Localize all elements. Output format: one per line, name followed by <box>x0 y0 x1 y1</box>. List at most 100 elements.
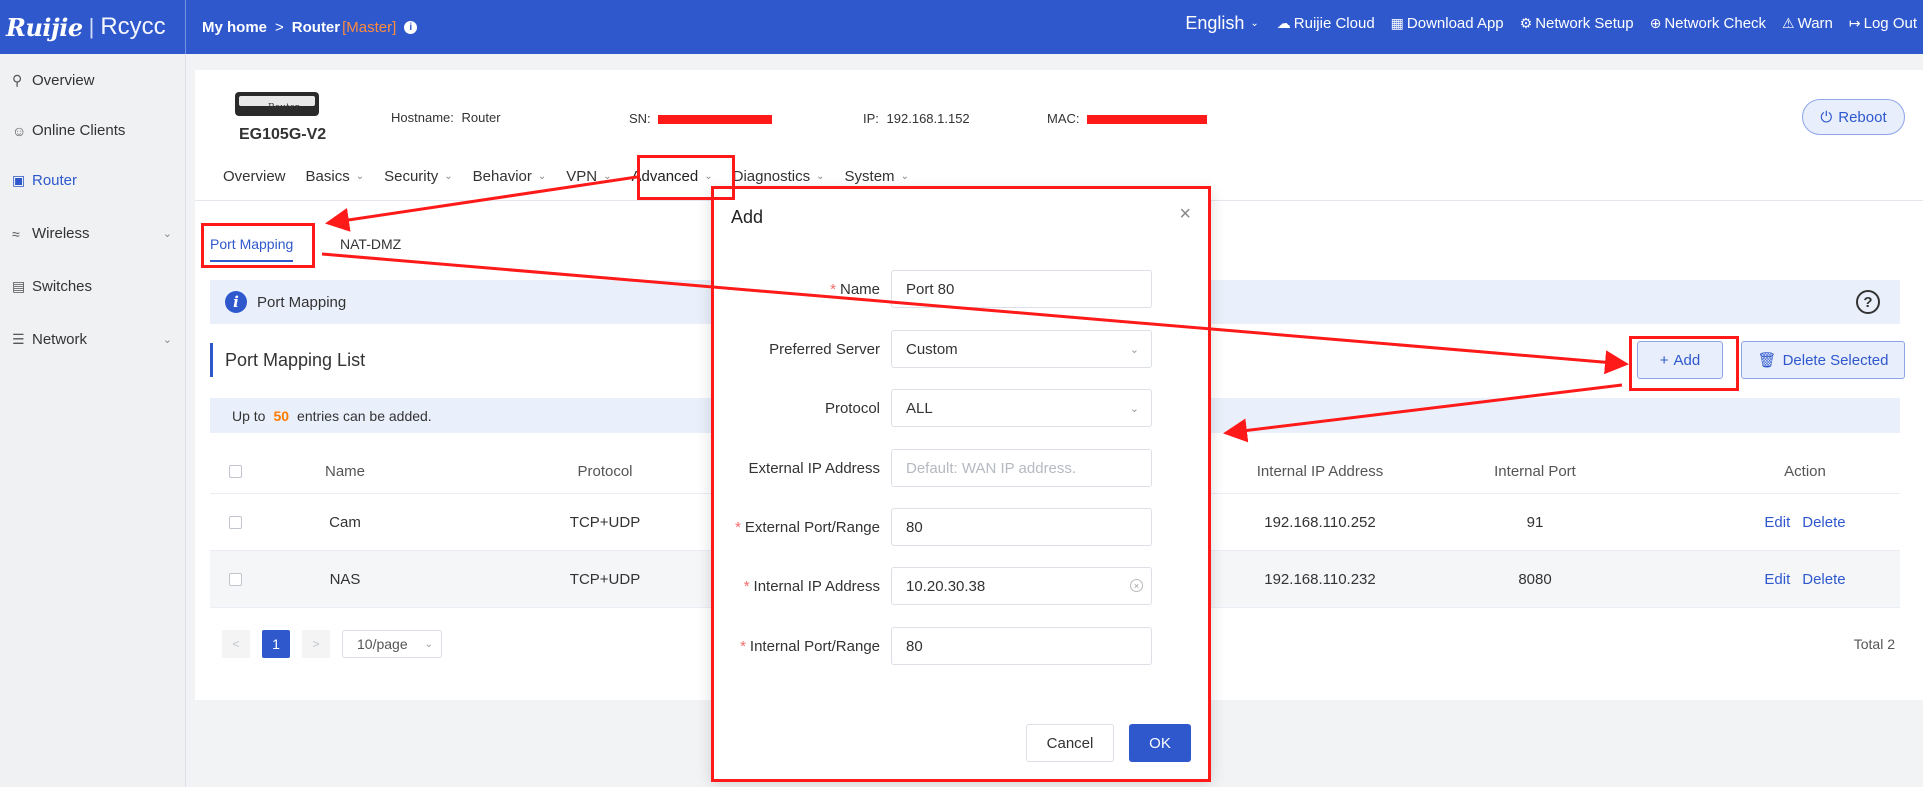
logo-ruijie: Ruijie <box>6 12 83 42</box>
sidebar-item-overview[interactable]: ⚲ Overview <box>12 72 172 89</box>
chevron-down-icon: ⌄ <box>162 228 172 240</box>
select-all-checkbox[interactable] <box>228 465 242 478</box>
trash-icon: 🗑 <box>1757 352 1777 369</box>
top-bar: Ruijie | Rcycc My home > Router [Master]… <box>0 0 1923 54</box>
device-model: EG105G-V2 <box>239 126 327 143</box>
prev-page-button[interactable]: < <box>222 630 250 658</box>
tab-system[interactable]: System ⌄ <box>845 168 909 185</box>
sn-redaction <box>658 115 773 125</box>
network-setup-link[interactable]: ⚙ Network Setup <box>1520 15 1634 32</box>
page-size-select[interactable]: 10/page ⌄ <box>342 630 442 658</box>
row-checkbox[interactable] <box>228 515 242 529</box>
tab-vpn[interactable]: VPN ⌄ <box>566 168 611 185</box>
network-check-link[interactable]: ⊕ Network Check <box>1650 15 1766 32</box>
subtab-nat-dmz[interactable]: NAT-DMZ <box>340 236 401 252</box>
topology-icon: ⚲ <box>12 72 23 88</box>
hostname-value: Router <box>461 110 501 125</box>
info-icon: i <box>225 291 247 313</box>
page-number-button[interactable]: 1 <box>262 630 290 658</box>
reboot-button[interactable]: ⏻ Reboot <box>1802 99 1905 135</box>
settings-sliders-icon: ☰ <box>12 331 25 347</box>
ip-label: IP: <box>863 111 879 126</box>
chevron-down-icon: ⌄ <box>603 171 612 182</box>
power-icon: ⏻ <box>1820 108 1833 126</box>
page-size-value: 10/page <box>357 636 408 652</box>
row-check-cell <box>210 551 260 607</box>
tab-diagnostics[interactable]: Diagnostics ⌄ <box>733 168 825 185</box>
info-icon[interactable]: i <box>404 20 418 34</box>
warn-link[interactable]: ⚠ Warn <box>1782 15 1833 32</box>
chevron-down-icon: ⌄ <box>424 638 433 650</box>
sidebar-item-wireless[interactable]: ≈ Wireless ⌄ <box>12 225 172 242</box>
edit-link[interactable]: Edit <box>1764 571 1790 588</box>
sidebar-item-label: Network <box>32 331 88 348</box>
top-nav: English ⌄ ☁ Ruijie Cloud ▦ Download App … <box>1185 0 1923 46</box>
chevron-down-icon: ⌄ <box>355 171 365 182</box>
header-protocol: Protocol <box>577 463 633 480</box>
sidebar-item-online-clients[interactable]: ☺ Online Clients <box>12 122 172 139</box>
main-tabs: Overview Basics ⌄ Security ⌄ Behavior ⌄ VPN… <box>223 168 929 185</box>
language-select[interactable]: English ⌄ <box>1185 13 1258 34</box>
chevron-down-icon: ⌄ <box>1250 17 1259 29</box>
mac-label: MAC: <box>1047 111 1080 126</box>
setup-icon: ⚙ <box>1519 14 1533 31</box>
alarm-icon: ⚠ <box>1782 14 1795 31</box>
tab-label: VPN <box>566 168 598 185</box>
chevron-down-icon: ⌄ <box>162 334 172 346</box>
logout-link[interactable]: ↦ Log Out <box>1849 15 1917 32</box>
row-protocol: TCP+UDP <box>569 513 641 531</box>
sidebar-item-label: Overview <box>32 72 95 89</box>
breadcrumb-device: Router <box>291 18 341 36</box>
delete-link[interactable]: Delete <box>1802 514 1845 531</box>
mac-redaction <box>1087 115 1208 125</box>
user-icon: ☺ <box>12 122 27 139</box>
sn-label: SN: <box>629 111 651 126</box>
tab-label: Behavior <box>472 168 532 185</box>
tab-security[interactable]: Security ⌄ <box>384 168 453 185</box>
sidebar-item-label: Online Clients <box>32 122 126 139</box>
tab-label: Diagnostics <box>732 168 811 185</box>
row-internal-ip: 192.168.110.252 <box>1264 513 1376 531</box>
tab-behavior[interactable]: Behavior ⌄ <box>473 168 547 185</box>
reboot-label: Reboot <box>1838 108 1887 126</box>
help-icon[interactable]: ? <box>1856 290 1880 314</box>
hostname-label: Hostname: <box>391 110 454 125</box>
delete-selected-button[interactable]: 🗑 Delete Selected <box>1741 341 1905 379</box>
chevron-down-icon: ⌄ <box>816 171 825 182</box>
row-name: NAS <box>329 570 361 588</box>
limit-prefix: Up to <box>232 407 266 424</box>
ruijie-cloud-link[interactable]: ☁ Ruijie Cloud <box>1277 15 1375 32</box>
header-internal-ip: Internal IP Address <box>1256 463 1384 480</box>
sidebar-item-router[interactable]: ▣ Router <box>12 172 172 189</box>
highlight-add-dialog <box>711 186 1211 782</box>
tab-label: Security <box>384 168 439 185</box>
chevron-down-icon: ⌄ <box>444 171 453 182</box>
hostname-info: Hostname: Router <box>391 110 501 125</box>
row-internal-port: 91 <box>1526 513 1544 531</box>
sidebar-item-network[interactable]: ☰ Network ⌄ <box>12 331 172 348</box>
header-internal-port: Internal Port <box>1494 463 1576 480</box>
sidebar-item-switches[interactable]: ▤ Switches <box>12 278 172 295</box>
device-badge: Router <box>268 103 300 113</box>
download-app-link[interactable]: ▦ Download App <box>1391 15 1504 32</box>
breadcrumb: My home > Router [Master] i <box>186 18 418 36</box>
next-page-button[interactable]: > <box>302 630 330 658</box>
row-protocol: TCP+UDP <box>569 570 641 588</box>
tab-basics[interactable]: Basics ⌄ <box>306 168 365 185</box>
edit-link[interactable]: Edit <box>1764 514 1790 531</box>
tab-overview[interactable]: Overview <box>223 168 286 185</box>
row-actions: Edit Delete <box>1730 494 1880 550</box>
row-checkbox[interactable] <box>228 572 242 586</box>
logout-icon: ↦ <box>1848 14 1861 31</box>
highlight-port-mapping-tab <box>201 223 315 268</box>
brand-logo[interactable]: Ruijie | Rcycc <box>0 0 186 54</box>
delete-link[interactable]: Delete <box>1802 571 1845 588</box>
total-count: Total 2 <box>1853 636 1895 652</box>
ruijie-cloud-label: Ruijie Cloud <box>1293 14 1375 32</box>
highlight-add-button <box>1629 336 1739 391</box>
breadcrumb-home[interactable]: My home <box>202 19 267 36</box>
tab-label: System <box>844 168 895 185</box>
list-title: Port Mapping List <box>210 343 365 377</box>
language-label: English <box>1185 12 1245 33</box>
row-internal-port: 8080 <box>1518 570 1552 588</box>
